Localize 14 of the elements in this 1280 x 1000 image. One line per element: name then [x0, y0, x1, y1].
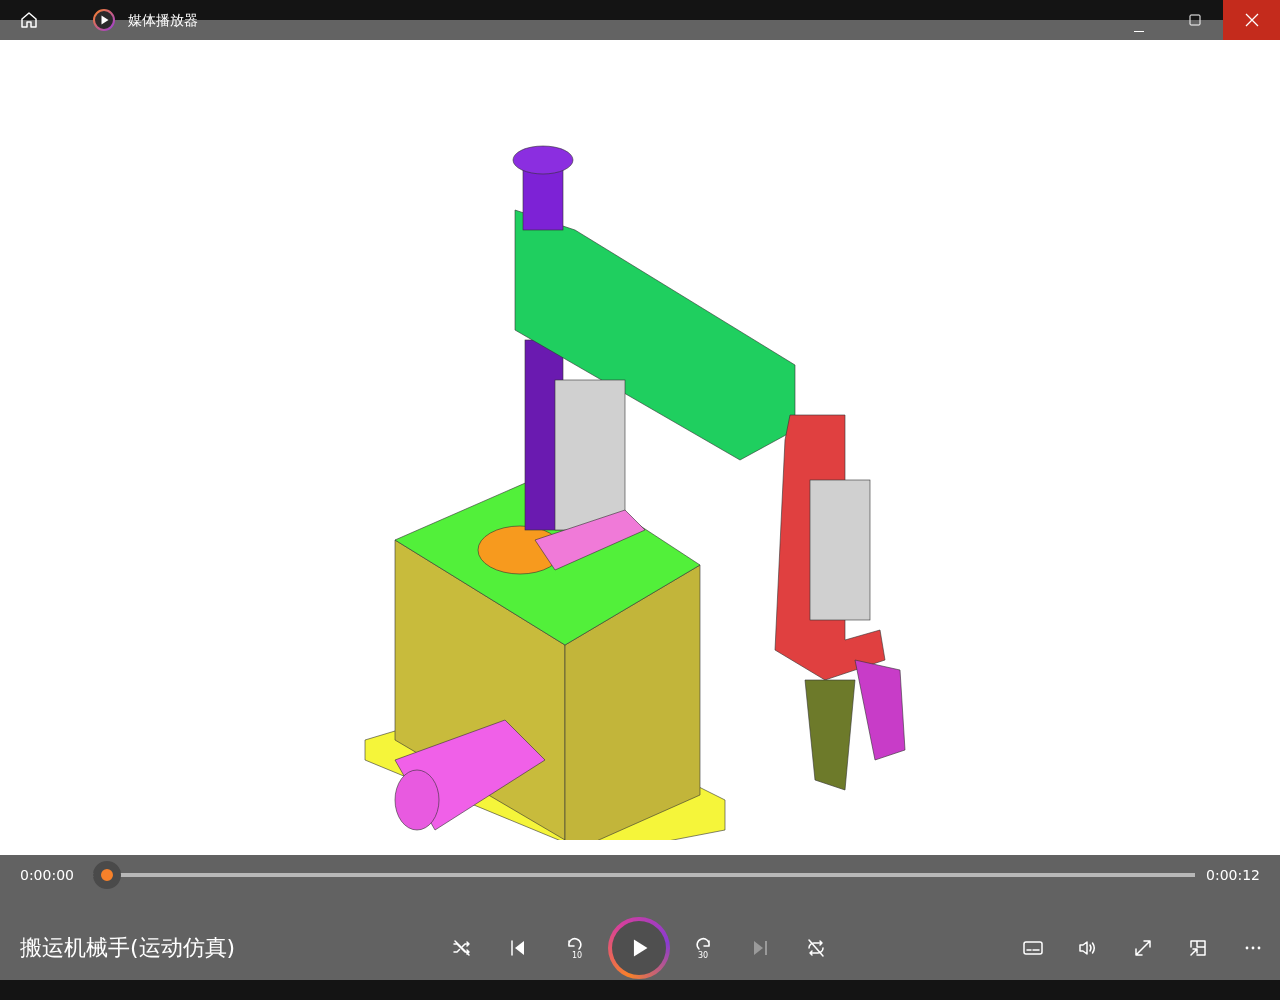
media-title: 搬运机械手(运动仿真)	[20, 933, 237, 962]
app-logo-icon	[93, 9, 115, 31]
total-time: 0:00:12	[1205, 867, 1260, 883]
minimize-icon	[1134, 30, 1144, 32]
skip-back-button[interactable]: 10	[552, 925, 596, 970]
elapsed-time: 0:00:00	[20, 867, 75, 883]
close-icon	[1244, 13, 1259, 27]
home-icon[interactable]	[19, 10, 39, 30]
skip-forward-button[interactable]: 30	[682, 925, 726, 970]
window-title: 媒体播放器	[128, 12, 198, 30]
repeat-icon	[805, 936, 827, 959]
seek-thumb[interactable]	[92, 861, 121, 889]
more-icon	[1245, 945, 1261, 950]
maximize-icon	[1189, 14, 1201, 26]
